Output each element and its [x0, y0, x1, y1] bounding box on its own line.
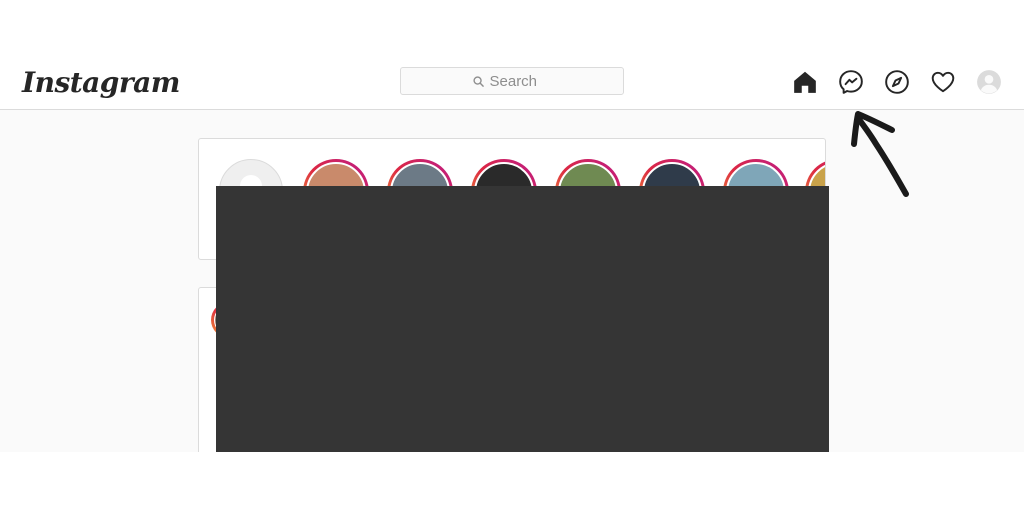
top-margin: [0, 0, 1024, 56]
search-input[interactable]: [489, 72, 552, 90]
search-icon: [472, 75, 484, 87]
redacted-content-block: [216, 186, 829, 452]
annotation-arrow: [851, 111, 909, 197]
top-nav-bar: Instagram: [0, 56, 1024, 110]
instagram-logo[interactable]: Instagram: [22, 66, 180, 100]
home-icon[interactable]: [792, 69, 818, 95]
profile-avatar-icon[interactable]: [976, 69, 1002, 95]
search-box[interactable]: [400, 67, 624, 95]
bottom-margin: [0, 452, 1024, 512]
messenger-icon[interactable]: [838, 69, 864, 95]
activity-heart-icon[interactable]: [930, 69, 956, 95]
explore-compass-icon[interactable]: [884, 69, 910, 95]
